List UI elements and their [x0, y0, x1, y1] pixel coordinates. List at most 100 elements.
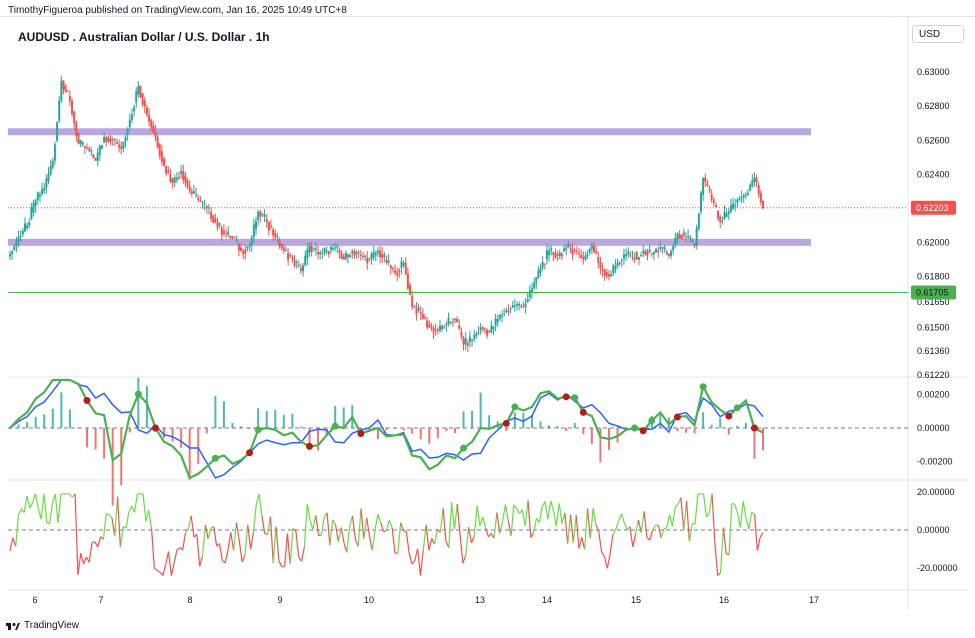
candle-body: [689, 237, 692, 240]
osc-segment: [507, 520, 512, 537]
candle-body: [357, 252, 360, 254]
candle-body: [98, 145, 101, 155]
candle-body: [460, 331, 463, 338]
candle-body: [438, 325, 441, 331]
time-axis[interactable]: 6 7 8 9 10 13 14 15 16 17: [32, 595, 819, 605]
support-price-label: 0.61705: [916, 288, 949, 298]
osc-segment: [479, 516, 484, 527]
candle-body: [757, 185, 760, 195]
osc-segment: [196, 534, 201, 567]
candle-body: [165, 165, 168, 174]
symbol-title[interactable]: AUDUSD . Australian Dollar / U.S. Dollar…: [18, 30, 270, 44]
currency-selector[interactable]: USD: [912, 25, 964, 43]
osc-segment: [173, 549, 178, 563]
osc-segment: [618, 513, 623, 522]
osc-segment: [683, 501, 688, 531]
candle-body: [702, 177, 705, 195]
price-axis[interactable]: 0.63000 0.62800 0.62600 0.62400 0.62000 0.618…: [911, 67, 958, 573]
candle-body: [299, 268, 302, 272]
osc-segment: [37, 508, 42, 520]
candle-body: [406, 273, 409, 289]
macd-cross-dot: [511, 403, 519, 411]
candle-body: [468, 336, 471, 342]
candle-body: [237, 244, 240, 251]
candle-body: [180, 170, 183, 174]
candle-body: [340, 253, 343, 259]
macd-cross-dot: [648, 417, 656, 425]
osc-segment: [501, 504, 506, 522]
osc-segment: [142, 493, 147, 522]
candle-body: [490, 325, 493, 333]
candle-body: [742, 195, 745, 198]
candle-body: [182, 170, 185, 181]
macd-histogram-bar: [214, 395, 217, 428]
candle-body: [659, 247, 662, 250]
candle-body: [432, 328, 435, 333]
osc-segment: [601, 551, 605, 557]
candle-body: [133, 107, 136, 112]
candle-body: [190, 191, 193, 194]
osc-segment: [408, 552, 413, 565]
osc-segment: [156, 569, 161, 573]
osc-segment: [753, 513, 758, 551]
candle-body: [188, 186, 191, 192]
osc-segment: [377, 513, 382, 524]
candle-body: [210, 211, 213, 219]
candle-body: [128, 119, 131, 128]
candle-body: [648, 249, 651, 253]
candle-body: [184, 175, 187, 183]
candle-body: [274, 233, 277, 238]
time-tick-label: 9: [277, 595, 282, 605]
candle-body: [479, 327, 482, 331]
osc-segment: [218, 543, 223, 561]
candle-body: [295, 262, 298, 264]
candle-body: [26, 225, 29, 229]
macd-cross-dot: [699, 383, 707, 391]
candle-body: [539, 267, 542, 273]
candle-body: [445, 323, 448, 326]
macd-cross-dot: [562, 393, 570, 401]
osc-segment: [558, 503, 563, 524]
osc-segment: [637, 519, 642, 533]
osc-segment: [705, 513, 710, 518]
candle-body: [727, 211, 730, 215]
candle-body: [749, 184, 752, 191]
candle-body: [578, 252, 581, 254]
candle-body: [451, 321, 454, 323]
chart-canvas[interactable]: 0.63000 0.62800 0.62600 0.62400 0.62000 0.618…: [0, 0, 975, 638]
candle-body: [276, 236, 279, 238]
candle-body: [359, 254, 362, 256]
osc-segment: [148, 509, 153, 529]
candle-body: [28, 222, 31, 226]
osc-segment: [94, 541, 99, 548]
candle-body: [471, 339, 474, 341]
price-tick-label: 0.61800: [917, 271, 950, 281]
macd-histogram-bar: [693, 428, 696, 434]
candle-body: [143, 100, 146, 107]
candle-body: [314, 248, 317, 250]
time-tick-label: 8: [187, 595, 192, 605]
osc-segment: [150, 528, 155, 568]
candle-body: [23, 223, 26, 232]
candle-body: [413, 306, 416, 309]
candle-body: [417, 307, 420, 311]
candle-body: [411, 295, 414, 307]
osc-segment: [414, 548, 419, 561]
osc-segment: [524, 500, 529, 526]
candle-body: [259, 211, 262, 217]
candle-body: [186, 181, 189, 187]
candle-body: [398, 270, 401, 273]
candle-body: [192, 191, 195, 194]
osc-segment: [190, 515, 195, 538]
candle-body: [759, 192, 762, 203]
candle-body: [113, 139, 116, 141]
candle-body: [595, 251, 598, 254]
candle-body: [646, 251, 649, 255]
candle-body: [426, 320, 429, 328]
osc-segment: [434, 529, 439, 545]
osc-segment: [289, 528, 294, 564]
osc-segment: [383, 529, 387, 533]
candle-body: [43, 187, 46, 191]
candle-body: [424, 317, 427, 319]
candle-body: [552, 252, 555, 255]
